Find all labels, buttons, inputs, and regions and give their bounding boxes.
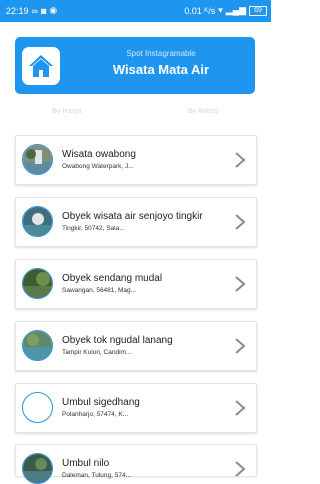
tab-by-harga[interactable]: By Harga (12, 108, 122, 115)
avatar (22, 453, 53, 484)
wifi-icon: ▾ (218, 5, 223, 15)
item-address: Polanharjo, 57474, K... (62, 411, 129, 418)
link-icon: ∞ (31, 5, 38, 16)
camera-icon: ◉ (49, 5, 58, 15)
item-name: Umbul nilo (62, 458, 110, 469)
whatsapp-icon: ◙ (40, 5, 47, 16)
chevron-right-icon (235, 214, 246, 230)
avatar (22, 330, 53, 361)
avatar (22, 206, 53, 237)
signal-icon: ▂▄▆ (225, 5, 246, 15)
list-item[interactable]: Umbul nilo Daleman, Tulung, 574... (15, 444, 257, 484)
home-icon (29, 55, 53, 77)
filter-tabs: By Harga By Rating (0, 108, 271, 122)
list-item[interactable]: Wisata owabong Owabong Waterpark, J... (15, 135, 257, 185)
chevron-right-icon (235, 338, 246, 354)
item-name: Wisata owabong (62, 149, 136, 160)
chevron-right-icon (235, 276, 246, 292)
chevron-right-icon (235, 400, 246, 416)
avatar (22, 268, 53, 299)
item-address: Tingkir, 50742, Sala... (62, 225, 125, 232)
avatar-placeholder (22, 392, 53, 423)
list-item[interactable]: Umbul sigedhang Polanharjo, 57474, K... (15, 383, 257, 433)
status-bar: 22:19 ∞ ◙ ◉ 0.01 ᴷ/s ▾ ▂▄▆ 69 (0, 0, 271, 22)
tab-by-rating[interactable]: By Rating (148, 108, 258, 115)
item-name: Obyek sendang mudal (62, 273, 163, 284)
status-time: 22:19 (6, 5, 29, 16)
header-subtitle: Spot Instagramable (126, 49, 196, 58)
battery-level: 69 (254, 6, 262, 14)
item-address: Tampir Kulon, Candim... (62, 349, 132, 356)
item-name: Umbul sigedhang (62, 397, 140, 408)
header-card: Spot Instagramable Wisata Mata Air (15, 37, 255, 94)
item-name: Obyek wisata air senjoyo tingkir (62, 211, 203, 222)
list-item[interactable]: Obyek tok ngudal lanang Tampir Kulon, Ca… (15, 321, 257, 371)
network-speed: 0.01 ᴷ/s (184, 5, 216, 16)
item-name: Obyek tok ngudal lanang (62, 335, 173, 346)
page-title: Wisata Mata Air (112, 62, 210, 77)
avatar (22, 144, 53, 175)
battery-icon: 69 (249, 5, 267, 16)
chevron-right-icon (235, 461, 246, 477)
item-address: Sawangan, 56481, Mag... (62, 287, 137, 294)
list-item[interactable]: Obyek sendang mudal Sawangan, 56481, Mag… (15, 259, 257, 309)
item-address: Daleman, Tulung, 574... (62, 472, 132, 479)
home-button[interactable] (22, 47, 60, 85)
item-address: Owabong Waterpark, J... (62, 163, 134, 170)
chevron-right-icon (235, 152, 246, 168)
list-item[interactable]: Obyek wisata air senjoyo tingkir Tingkir… (15, 197, 257, 247)
